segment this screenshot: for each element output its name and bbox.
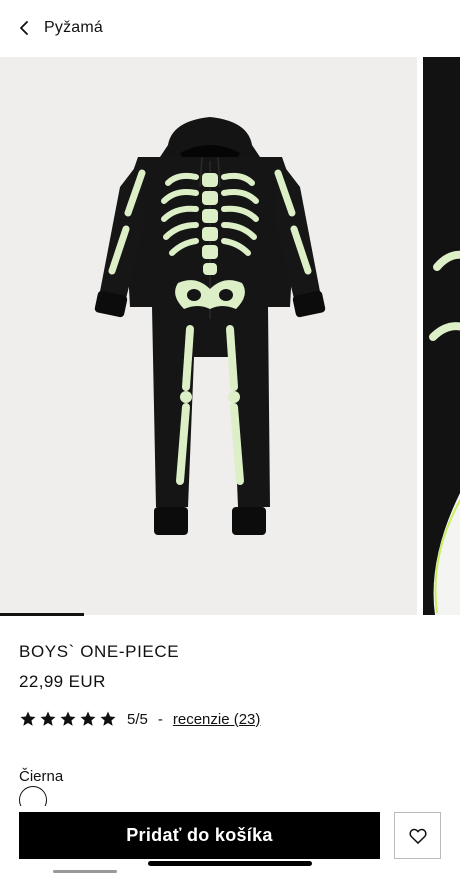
onesie-illustration: [94, 117, 326, 535]
color-label: Čierna: [19, 768, 64, 785]
cta-bar: Pridať do košíka: [0, 806, 460, 878]
gallery-progress-indicator: [0, 613, 84, 616]
product-price: 22,99 EUR: [19, 672, 106, 691]
star-icon: [60, 711, 76, 726]
back-label: Pyžamá: [44, 19, 103, 36]
reviews-link[interactable]: recenzie (23): [173, 711, 261, 728]
next-image-detail: [423, 57, 460, 615]
home-indicator[interactable]: [148, 861, 312, 866]
product-info: BOYS` ONE-PIECE 22,99 EUR 5/5 - recenzie…: [19, 640, 439, 814]
heart-icon: [408, 828, 427, 844]
next-product-image[interactable]: [423, 57, 460, 615]
chevron-left-icon: [20, 21, 28, 35]
scroll-hint-line: [53, 870, 117, 873]
product-title: BOYS` ONE-PIECE: [19, 642, 180, 661]
product-image[interactable]: [0, 57, 417, 615]
rating-row: 5/5 - recenzie (23): [19, 709, 439, 729]
star-icon: [20, 711, 36, 726]
favorite-button[interactable]: [394, 812, 441, 859]
rating-score: 5/5: [127, 710, 148, 728]
star-icon: [100, 711, 116, 726]
star-icon: [40, 711, 56, 726]
star-icon: [80, 711, 96, 726]
back-button[interactable]: Pyžamá: [18, 19, 103, 37]
product-gallery[interactable]: [0, 57, 460, 615]
add-to-cart-button[interactable]: Pridať do košíka: [19, 812, 380, 859]
rating-stars: [19, 710, 117, 728]
rating-separator: -: [157, 710, 163, 728]
top-bar: Pyžamá: [0, 0, 460, 56]
